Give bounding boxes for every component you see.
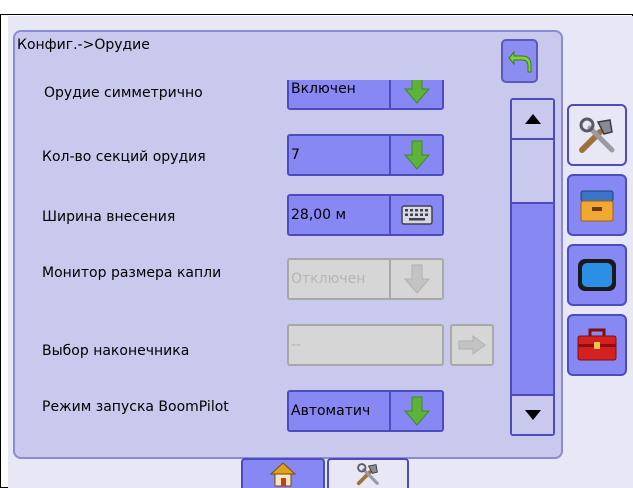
down-arrow-icon — [403, 140, 430, 170]
symmetric-value: Включен — [291, 81, 356, 97]
tab-home[interactable] — [241, 458, 325, 488]
row-label-droplet-monitor: Монитор размера капли — [42, 265, 222, 281]
down-arrow-icon — [403, 396, 430, 426]
down-arrow-icon — [403, 80, 430, 104]
scroll-up-button[interactable] — [512, 100, 553, 140]
tools-icon — [356, 463, 379, 486]
row-label-symmetric: Орудие симметрично — [44, 85, 203, 101]
back-arrow-icon — [507, 50, 531, 73]
back-button[interactable] — [501, 39, 538, 83]
tools-icon — [579, 117, 615, 153]
home-icon — [269, 462, 297, 487]
droplet-monitor-field: Отключен — [287, 258, 444, 300]
row-label-nozzle-select: Выбор наконечника — [42, 343, 190, 359]
nozzle-select-value: -- — [291, 337, 302, 353]
side-storage-button[interactable] — [567, 174, 627, 236]
dropdown-button — [389, 260, 442, 298]
dropdown-button[interactable] — [389, 136, 442, 174]
nozzle-select-field: -- — [287, 324, 444, 366]
settings-list: Орудие симметрично Включен Кол-во секций… — [26, 80, 506, 450]
down-arrow-icon — [403, 264, 430, 294]
row-label-section-count: Кол-во секций орудия — [42, 149, 206, 165]
keyboard-icon — [400, 205, 433, 225]
width-field[interactable]: 28,00 м — [287, 194, 444, 236]
boompilot-mode-value: Автоматич — [291, 403, 371, 419]
page-title: Конфиг.->Орудие — [17, 37, 150, 53]
keyboard-button[interactable] — [389, 196, 442, 234]
scroll-down-button[interactable] — [512, 394, 553, 434]
boompilot-mode-field[interactable]: Автоматич — [287, 390, 444, 432]
row-label-boompilot-mode: Режим запуска BoomPilot — [42, 399, 229, 415]
symmetric-field[interactable]: Включен — [287, 80, 444, 110]
side-display-button[interactable] — [567, 244, 627, 306]
display-icon — [578, 259, 616, 291]
width-value: 28,00 м — [291, 207, 347, 223]
scroll-thumb[interactable] — [512, 140, 553, 204]
side-toolbox-button[interactable] — [567, 314, 627, 376]
top-bar — [0, 0, 633, 15]
side-tools-button[interactable] — [567, 104, 627, 166]
next-button — [450, 324, 494, 366]
scrollbar[interactable] — [510, 98, 555, 436]
dropdown-button[interactable] — [389, 80, 442, 108]
dropdown-button[interactable] — [389, 392, 442, 430]
tab-tools[interactable] — [327, 458, 409, 488]
droplet-monitor-value: Отключен — [291, 271, 366, 287]
toolbox-icon — [577, 328, 617, 361]
up-triangle-icon — [524, 114, 541, 124]
right-arrow-icon — [458, 335, 486, 355]
section-count-field[interactable]: 7 — [287, 134, 444, 176]
down-triangle-icon — [524, 410, 541, 420]
section-count-value: 7 — [291, 147, 300, 163]
row-label-width: Ширина внесения — [42, 209, 176, 225]
cabinet-icon — [580, 190, 614, 222]
